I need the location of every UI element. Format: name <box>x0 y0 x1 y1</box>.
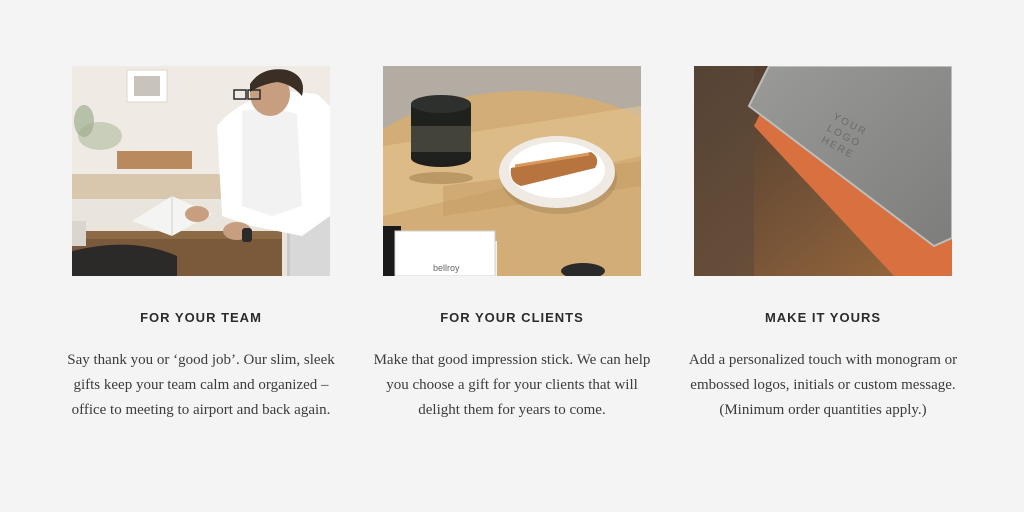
gift-features-section: FOR YOUR TEAM Say thank you or ‘good job… <box>0 0 1024 512</box>
feature-personalize: YOUR LOGO HERE MAKE IT YOURS Add a perso… <box>689 66 957 423</box>
personalize-photo: YOUR LOGO HERE <box>694 66 952 276</box>
feature-clients: bellroy FOR YOUR CLIENTS Make that good … <box>374 66 650 423</box>
clients-photo: bellroy <box>383 66 641 276</box>
feature-description: Say thank you or ‘good job’. Our slim, s… <box>67 352 335 418</box>
feature-description: Make that good impression stick. We can … <box>373 352 651 418</box>
feature-title: FOR YOUR CLIENTS <box>440 310 584 325</box>
feature-title: FOR YOUR TEAM <box>140 310 262 325</box>
bellroy-logo: bellroy <box>433 263 460 273</box>
feature-title: MAKE IT YOURS <box>764 310 882 325</box>
team-photo <box>72 66 330 276</box>
feature-description: Add a personalized touch with monogram o… <box>688 352 958 418</box>
feature-team: FOR YOUR TEAM Say thank you or ‘good job… <box>67 66 335 423</box>
